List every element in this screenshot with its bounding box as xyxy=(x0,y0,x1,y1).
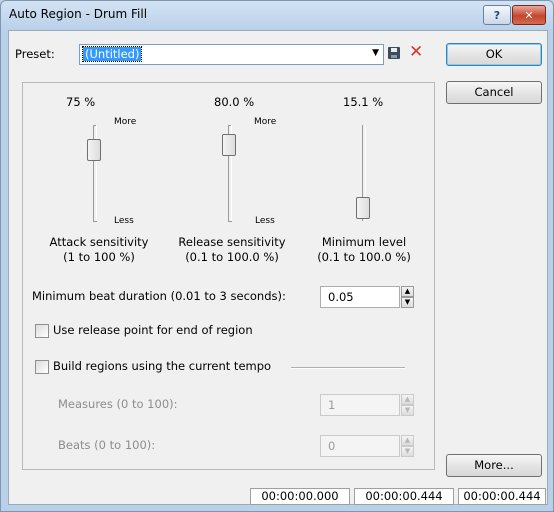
chevron-down-icon[interactable]: ▼ xyxy=(372,48,379,58)
release-point-checkbox[interactable] xyxy=(35,324,49,338)
cancel-button[interactable]: Cancel xyxy=(446,81,542,104)
status-start: 00:00:00.000 xyxy=(250,488,350,505)
preset-combo[interactable]: (Untitled) ▼ xyxy=(79,44,384,65)
release-range: (0.1 to 100.0 %) xyxy=(185,250,279,264)
attack-label: Attack sensitivity xyxy=(49,235,149,249)
build-tempo-label[interactable]: Build regions using the current tempo xyxy=(53,359,271,373)
min-beat-input[interactable]: 0.05 xyxy=(320,286,400,308)
spin-up-icon[interactable]: ▲ xyxy=(401,394,414,405)
min-beat-spinner[interactable]: ▲ ▼ xyxy=(401,286,414,308)
attack-range: (1 to 100 %) xyxy=(63,250,135,264)
status-length: 00:00:00.444 xyxy=(458,488,546,505)
release-slider-thumb[interactable] xyxy=(222,134,236,157)
spin-down-icon[interactable]: ▼ xyxy=(401,297,414,308)
beats-label: Beats (0 to 100): xyxy=(58,438,156,452)
help-button[interactable]: ? xyxy=(483,5,511,25)
spin-up-icon[interactable]: ▲ xyxy=(401,435,414,446)
release-bottom-tick xyxy=(228,221,232,222)
min-level-range: (0.1 to 100.0 %) xyxy=(317,250,411,264)
release-label: Release sensitivity xyxy=(178,235,286,249)
release-less-label: Less xyxy=(255,216,275,226)
preset-label: Preset: xyxy=(15,47,55,61)
attack-more-label: More xyxy=(114,117,137,127)
status-end: 00:00:00.444 xyxy=(354,488,454,505)
spin-down-icon[interactable]: ▼ xyxy=(401,446,414,457)
beats-value: 0 xyxy=(328,439,336,453)
release-more-label: More xyxy=(254,117,277,127)
release-value: 80.0 % xyxy=(214,95,255,109)
more-button[interactable]: More... xyxy=(446,454,542,477)
min-beat-label: Minimum beat duration (0.01 to 3 seconds… xyxy=(32,289,286,303)
min-level-label: Minimum level xyxy=(321,235,407,249)
delete-preset-icon[interactable]: ✕ xyxy=(409,42,423,62)
spin-up-icon[interactable]: ▲ xyxy=(401,286,414,297)
attack-bottom-tick xyxy=(93,221,97,222)
measures-label: Measures (0 to 100): xyxy=(58,397,178,411)
window-title: Auto Region - Drum Fill xyxy=(9,7,148,21)
min-level-slider-thumb[interactable] xyxy=(356,196,370,219)
attack-less-label: Less xyxy=(114,216,134,226)
build-tempo-checkbox[interactable] xyxy=(35,360,49,374)
beats-input[interactable]: 0 xyxy=(320,435,400,457)
measures-input[interactable]: 1 xyxy=(320,394,400,416)
attack-value: 75 % xyxy=(66,95,96,109)
close-button[interactable]: ✕ xyxy=(512,5,546,25)
group-divider xyxy=(291,367,405,369)
min-beat-value: 0.05 xyxy=(328,290,354,304)
ok-button[interactable]: OK xyxy=(446,43,542,66)
spin-down-icon[interactable]: ▼ xyxy=(401,405,414,416)
save-preset-icon[interactable] xyxy=(388,47,400,59)
preset-value[interactable]: (Untitled) xyxy=(81,46,143,62)
attack-slider-thumb[interactable] xyxy=(87,139,101,161)
release-point-label[interactable]: Use release point for end of region xyxy=(53,323,253,337)
settings-panel: 75 % More Less Attack sensitivity (1 to … xyxy=(22,82,435,470)
measures-value: 1 xyxy=(328,398,336,412)
dialog-client: Preset: (Untitled) ▼ ✕ OK Cancel 75 % Mo… xyxy=(8,30,548,505)
measures-spinner[interactable]: ▲ ▼ xyxy=(401,394,414,416)
min-level-value: 15.1 % xyxy=(343,95,384,109)
dialog-window: Auto Region - Drum Fill ? ✕ Preset: (Unt… xyxy=(0,0,554,512)
beats-spinner[interactable]: ▲ ▼ xyxy=(401,435,414,457)
